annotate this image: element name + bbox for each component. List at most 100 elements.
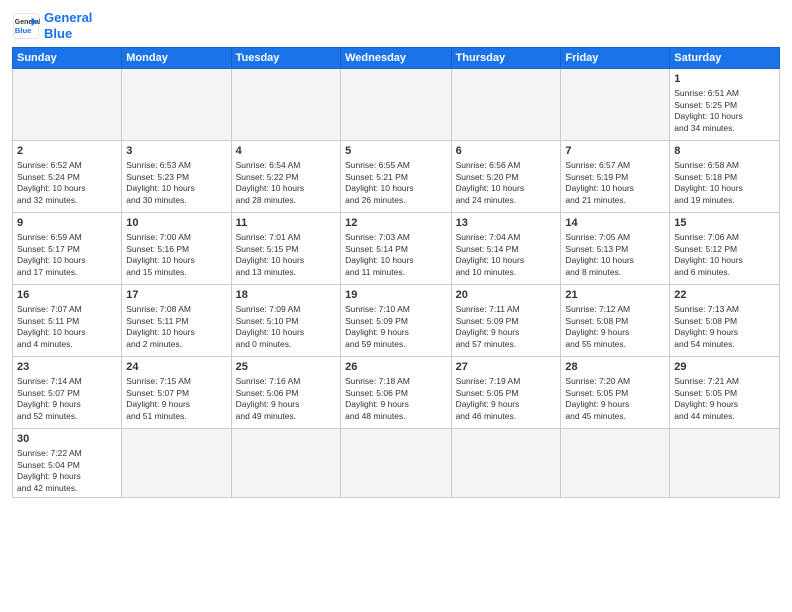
day-info: Sunrise: 7:20 AM Sunset: 5:05 PM Dayligh… bbox=[565, 376, 665, 422]
calendar-week-row: 1Sunrise: 6:51 AM Sunset: 5:25 PM Daylig… bbox=[13, 69, 780, 141]
weekday-header-friday: Friday bbox=[561, 48, 670, 69]
logo-text: General Blue bbox=[44, 10, 92, 41]
calendar-cell: 12 Sunrise: 7:03 AM Sunset: 5:14 PM Dayli… bbox=[341, 213, 451, 285]
day-number: 30 bbox=[17, 432, 117, 446]
calendar-cell: 19 Sunrise: 7:10 AM Sunset: 5:09 PM Dayli… bbox=[341, 285, 451, 357]
weekday-header-tuesday: Tuesday bbox=[231, 48, 340, 69]
day-info: Sunrise: 7:09 AM Sunset: 5:10 PM Dayligh… bbox=[236, 304, 336, 350]
calendar-table: SundayMondayTuesdayWednesdayThursdayFrid… bbox=[12, 47, 780, 498]
logo-general: General bbox=[44, 10, 92, 25]
page: General Blue General Blue SundayMondayTu… bbox=[0, 0, 792, 612]
calendar-cell: 9Sunrise: 6:59 AM Sunset: 5:17 PM Daylig… bbox=[13, 213, 122, 285]
calendar-cell: 13 Sunrise: 7:04 AM Sunset: 5:14 PM Dayli… bbox=[451, 213, 561, 285]
calendar-cell bbox=[670, 429, 780, 498]
day-number: 3 bbox=[126, 144, 226, 158]
day-info: Sunrise: 6:55 AM Sunset: 5:21 PM Dayligh… bbox=[345, 160, 446, 206]
calendar-cell: 6 Sunrise: 6:56 AM Sunset: 5:20 PM Daylig… bbox=[451, 141, 561, 213]
calendar-cell: 20 Sunrise: 7:11 AM Sunset: 5:09 PM Dayli… bbox=[451, 285, 561, 357]
calendar-cell bbox=[13, 69, 122, 141]
calendar-cell: 26Sunrise: 7:18 AM Sunset: 5:06 PM Dayli… bbox=[341, 357, 451, 429]
logo-blue: Blue bbox=[44, 26, 72, 41]
day-info: Sunrise: 7:14 AM Sunset: 5:07 PM Dayligh… bbox=[17, 376, 117, 422]
day-info: Sunrise: 7:04 AM Sunset: 5:14 PM Dayligh… bbox=[456, 232, 557, 278]
day-info: Sunrise: 6:52 AM Sunset: 5:24 PM Dayligh… bbox=[17, 160, 117, 206]
day-number: 25 bbox=[236, 360, 336, 374]
calendar-week-row: 2 Sunrise: 6:52 AM Sunset: 5:24 PM Daylig… bbox=[13, 141, 780, 213]
calendar-cell bbox=[122, 69, 231, 141]
day-number: 20 bbox=[456, 288, 557, 302]
svg-text:Blue: Blue bbox=[15, 26, 32, 35]
day-info: Sunrise: 7:19 AM Sunset: 5:05 PM Dayligh… bbox=[456, 376, 557, 422]
day-info: Sunrise: 7:15 AM Sunset: 5:07 PM Dayligh… bbox=[126, 376, 226, 422]
day-number: 22 bbox=[674, 288, 775, 302]
day-number: 28 bbox=[565, 360, 665, 374]
calendar-cell bbox=[122, 429, 231, 498]
calendar-cell bbox=[341, 429, 451, 498]
day-info: Sunrise: 6:53 AM Sunset: 5:23 PM Dayligh… bbox=[126, 160, 226, 206]
calendar-week-row: 9Sunrise: 6:59 AM Sunset: 5:17 PM Daylig… bbox=[13, 213, 780, 285]
day-info: Sunrise: 7:01 AM Sunset: 5:15 PM Dayligh… bbox=[236, 232, 336, 278]
calendar-cell: 29 Sunrise: 7:21 AM Sunset: 5:05 PM Dayli… bbox=[670, 357, 780, 429]
day-info: Sunrise: 7:21 AM Sunset: 5:05 PM Dayligh… bbox=[674, 376, 775, 422]
weekday-header-wednesday: Wednesday bbox=[341, 48, 451, 69]
day-number: 14 bbox=[565, 216, 665, 230]
day-info: Sunrise: 7:16 AM Sunset: 5:06 PM Dayligh… bbox=[236, 376, 336, 422]
calendar-cell bbox=[231, 429, 340, 498]
day-info: Sunrise: 6:57 AM Sunset: 5:19 PM Dayligh… bbox=[565, 160, 665, 206]
day-number: 15 bbox=[674, 216, 775, 230]
calendar-cell: 18Sunrise: 7:09 AM Sunset: 5:10 PM Dayli… bbox=[231, 285, 340, 357]
calendar-cell: 30 Sunrise: 7:22 AM Sunset: 5:04 PM Dayli… bbox=[13, 429, 122, 498]
day-info: Sunrise: 7:11 AM Sunset: 5:09 PM Dayligh… bbox=[456, 304, 557, 350]
day-number: 12 bbox=[345, 216, 446, 230]
day-info: Sunrise: 6:56 AM Sunset: 5:20 PM Dayligh… bbox=[456, 160, 557, 206]
calendar-cell: 8 Sunrise: 6:58 AM Sunset: 5:18 PM Daylig… bbox=[670, 141, 780, 213]
day-number: 21 bbox=[565, 288, 665, 302]
calendar-cell: 21 Sunrise: 7:12 AM Sunset: 5:08 PM Dayli… bbox=[561, 285, 670, 357]
logo: General Blue General Blue bbox=[12, 10, 92, 41]
day-number: 16 bbox=[17, 288, 117, 302]
day-number: 6 bbox=[456, 144, 557, 158]
weekday-header-saturday: Saturday bbox=[670, 48, 780, 69]
day-number: 7 bbox=[565, 144, 665, 158]
calendar-week-row: 23 Sunrise: 7:14 AM Sunset: 5:07 PM Dayli… bbox=[13, 357, 780, 429]
day-number: 8 bbox=[674, 144, 775, 158]
day-info: Sunrise: 7:08 AM Sunset: 5:11 PM Dayligh… bbox=[126, 304, 226, 350]
weekday-header-row: SundayMondayTuesdayWednesdayThursdayFrid… bbox=[13, 48, 780, 69]
day-info: Sunrise: 7:22 AM Sunset: 5:04 PM Dayligh… bbox=[17, 448, 117, 494]
calendar-cell: 22 Sunrise: 7:13 AM Sunset: 5:08 PM Dayli… bbox=[670, 285, 780, 357]
day-number: 9 bbox=[17, 216, 117, 230]
day-number: 29 bbox=[674, 360, 775, 374]
day-info: Sunrise: 7:12 AM Sunset: 5:08 PM Dayligh… bbox=[565, 304, 665, 350]
day-info: Sunrise: 7:13 AM Sunset: 5:08 PM Dayligh… bbox=[674, 304, 775, 350]
day-info: Sunrise: 6:58 AM Sunset: 5:18 PM Dayligh… bbox=[674, 160, 775, 206]
calendar-cell: 14 Sunrise: 7:05 AM Sunset: 5:13 PM Dayli… bbox=[561, 213, 670, 285]
weekday-header-sunday: Sunday bbox=[13, 48, 122, 69]
weekday-header-thursday: Thursday bbox=[451, 48, 561, 69]
calendar-cell bbox=[231, 69, 340, 141]
day-number: 23 bbox=[17, 360, 117, 374]
day-number: 26 bbox=[345, 360, 446, 374]
day-number: 2 bbox=[17, 144, 117, 158]
calendar-week-row: 30 Sunrise: 7:22 AM Sunset: 5:04 PM Dayli… bbox=[13, 429, 780, 498]
day-info: Sunrise: 7:10 AM Sunset: 5:09 PM Dayligh… bbox=[345, 304, 446, 350]
day-number: 13 bbox=[456, 216, 557, 230]
calendar-week-row: 16 Sunrise: 7:07 AM Sunset: 5:11 PM Dayli… bbox=[13, 285, 780, 357]
day-info: Sunrise: 7:03 AM Sunset: 5:14 PM Dayligh… bbox=[345, 232, 446, 278]
day-info: Sunrise: 7:06 AM Sunset: 5:12 PM Dayligh… bbox=[674, 232, 775, 278]
calendar-cell: 16 Sunrise: 7:07 AM Sunset: 5:11 PM Dayli… bbox=[13, 285, 122, 357]
calendar-cell bbox=[451, 429, 561, 498]
day-info: Sunrise: 6:54 AM Sunset: 5:22 PM Dayligh… bbox=[236, 160, 336, 206]
calendar-cell: 10Sunrise: 7:00 AM Sunset: 5:16 PM Dayli… bbox=[122, 213, 231, 285]
calendar-cell: 15 Sunrise: 7:06 AM Sunset: 5:12 PM Dayli… bbox=[670, 213, 780, 285]
day-info: Sunrise: 7:07 AM Sunset: 5:11 PM Dayligh… bbox=[17, 304, 117, 350]
calendar-cell bbox=[561, 69, 670, 141]
day-number: 1 bbox=[674, 72, 775, 86]
day-number: 24 bbox=[126, 360, 226, 374]
calendar-cell: 1Sunrise: 6:51 AM Sunset: 5:25 PM Daylig… bbox=[670, 69, 780, 141]
day-number: 19 bbox=[345, 288, 446, 302]
calendar-cell: 4Sunrise: 6:54 AM Sunset: 5:22 PM Daylig… bbox=[231, 141, 340, 213]
day-number: 17 bbox=[126, 288, 226, 302]
day-info: Sunrise: 7:05 AM Sunset: 5:13 PM Dayligh… bbox=[565, 232, 665, 278]
calendar-cell: 2 Sunrise: 6:52 AM Sunset: 5:24 PM Daylig… bbox=[13, 141, 122, 213]
calendar-cell bbox=[451, 69, 561, 141]
